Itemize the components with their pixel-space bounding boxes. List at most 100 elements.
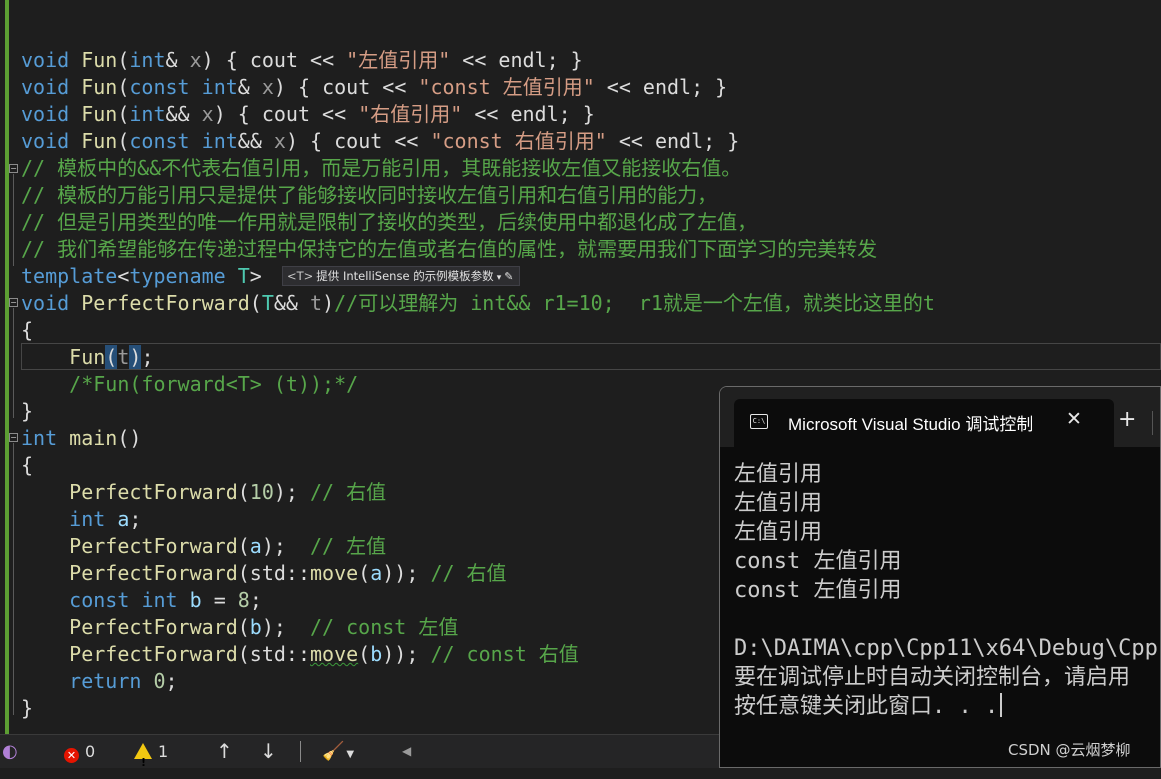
code-line[interactable]: { [21, 317, 33, 344]
code-token: template [21, 264, 118, 288]
code-token: { [21, 318, 34, 342]
code-token: Fun [81, 102, 118, 126]
code-token: /*Fun(forward<T> (t));*/ [69, 372, 359, 396]
code-line[interactable]: return 0; [21, 668, 177, 695]
code-line[interactable]: PerfectForward(b); // const 左值 [21, 614, 458, 641]
code-line[interactable]: { [21, 452, 33, 479]
template-hint-text: 提供 IntelliSense 的示例模板参数 [316, 269, 494, 283]
code-line[interactable]: void Fun(const int&& x) { cout << "const… [21, 128, 739, 155]
code-token: PerfectForward [69, 642, 238, 666]
previous-issue-button[interactable]: ↑ [216, 735, 233, 768]
code-line[interactable]: PerfectForward(10); // 右值 [21, 479, 386, 506]
code-token: ( [117, 75, 130, 99]
code-line[interactable]: } [21, 398, 33, 425]
code-token: "const 右值引用" [430, 129, 607, 153]
warnings-indicator[interactable]: ! 1 [134, 735, 168, 769]
code-line[interactable]: PerfectForward(std::move(b)); // const 右… [21, 641, 579, 668]
code-token: 0 [153, 669, 166, 693]
next-issue-button[interactable]: ↓ [260, 735, 277, 768]
status-separator [300, 741, 301, 762]
code-line[interactable]: void Fun(int& x) { cout << "左值引用" << end… [21, 47, 583, 74]
code-line[interactable]: // 但是引用类型的唯一作用就是限制了接收的类型，后续使用中都退化成了左值， [21, 209, 757, 236]
terminal-tab[interactable]: C:\ Microsoft Visual Studio 调试控制台 ✕ [734, 399, 1114, 447]
code-line[interactable]: void PerfectForward(T&& t)//可以理解为 int&& … [21, 290, 935, 317]
code-line[interactable]: } [21, 695, 33, 722]
terminal-output-line: const 左值引用 [734, 578, 902, 603]
errors-indicator[interactable]: ✕ 0 [64, 735, 95, 768]
code-token: Fun [81, 75, 118, 99]
code-token: int [129, 102, 166, 126]
code-line[interactable]: // 模板中的&&不代表右值引用，而是万能引用，其既能接收左值又能接收右值。 [21, 155, 741, 182]
code-line[interactable]: void Fun(int&& x) { cout << "右值引用" << en… [21, 101, 595, 128]
code-token: // const 左值 [310, 615, 459, 639]
scroll-left-icon[interactable]: ◀ [402, 735, 411, 768]
code-token: int [21, 426, 58, 450]
code-token: PerfectForward [69, 615, 238, 639]
code-line[interactable]: const int b = 8; [21, 587, 262, 614]
code-token: a [370, 561, 383, 585]
code-token: b [370, 642, 383, 666]
code-token: a [117, 507, 130, 531]
code-token: ( [117, 129, 130, 153]
code-token: a [249, 534, 262, 558]
dropdown-caret-icon[interactable]: ▾ [497, 273, 502, 283]
code-line[interactable]: Fun(t); [21, 344, 153, 371]
terminal-cursor [1000, 693, 1003, 717]
code-line[interactable]: /*Fun(forward<T> (t));*/ [21, 371, 358, 398]
template-intellisense-hint[interactable]: <T> 提供 IntelliSense 的示例模板参数 ▾ ✎ [282, 266, 521, 286]
code-line[interactable]: int main() [21, 425, 141, 452]
code-line[interactable]: PerfectForward(std::move(a)); // 右值 [21, 560, 506, 587]
warning-icon: ! [134, 743, 152, 769]
copilot-icon[interactable]: ◐ [2, 735, 18, 768]
fold-toggle-main[interactable]: − [9, 433, 18, 442]
code-cleanup-icon[interactable]: 🧹 ▼ [322, 735, 354, 768]
new-tab-button[interactable]: + [1118, 407, 1136, 432]
dropdown-caret-icon[interactable]: ▼ [346, 749, 354, 760]
code-token: ; [249, 588, 262, 612]
code-token: ; [141, 345, 154, 369]
code-token: const [69, 588, 130, 612]
code-token: < [117, 264, 130, 288]
code-token: << endl; } [450, 48, 583, 72]
code-line[interactable]: PerfectForward(a); // 左值 [21, 533, 386, 560]
current-line-highlight [21, 343, 1161, 370]
code-token: x [273, 129, 286, 153]
code-token: void [21, 102, 70, 126]
code-token: int [69, 507, 106, 531]
code-line[interactable]: // 模板的万能引用只是提供了能够接收同时接收左值引用和右值引用的能力， [21, 182, 717, 209]
code-token: // 右值 [310, 480, 387, 504]
code-token: int [201, 129, 238, 153]
code-token: b [189, 588, 202, 612]
code-token: t [310, 291, 323, 315]
fold-toggle-perfectforward[interactable]: − [9, 298, 18, 307]
code-line[interactable]: void Fun(const int& x) { cout << "const … [21, 74, 727, 101]
code-line[interactable]: int a; [21, 506, 141, 533]
code-token: && [273, 291, 311, 315]
code-line[interactable]: template<typename T> [21, 263, 262, 290]
code-token: //可以理解为 int&& r1=10; r1就是一个左值，就类比这里的t [334, 291, 935, 315]
code-token: move [310, 642, 359, 666]
code-token: 8 [237, 588, 250, 612]
code-token: )); [382, 642, 431, 666]
close-tab-button[interactable]: ✕ [1066, 408, 1082, 430]
code-token: const [129, 129, 190, 153]
debug-console-window[interactable]: C:\ Microsoft Visual Studio 调试控制台 ✕ + 左值… [719, 386, 1161, 768]
terminal-titlebar: C:\ Microsoft Visual Studio 调试控制台 ✕ + [720, 387, 1160, 447]
code-token: t [117, 345, 130, 369]
code-token: typename [129, 264, 226, 288]
code-token: ; [129, 507, 142, 531]
fold-toggle-comment-block[interactable]: − [9, 164, 18, 173]
code-token: x [189, 48, 202, 72]
pencil-icon[interactable]: ✎ [504, 270, 513, 283]
code-line[interactable]: // 我们希望能够在传递过程中保持它的左值或者右值的属性，就需要用我们下面学习的… [21, 236, 877, 263]
